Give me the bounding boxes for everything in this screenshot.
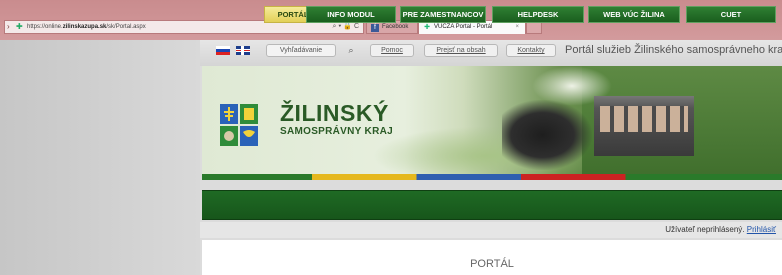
menu-item-web-vuc-zilina[interactable]: WEB VÚC ŽILINA: [588, 6, 680, 23]
tab-label: VUCZA Portal - Portál: [434, 24, 493, 30]
brand-subtitle: SAMOSPRÁVNY KRAJ: [280, 126, 393, 137]
new-tab-button[interactable]: [526, 22, 542, 34]
menu-item-info-modul[interactable]: INFO MODUL: [306, 6, 396, 23]
site-favicon-icon: ✚: [424, 24, 430, 31]
portal-title: Portál služieb Žilinského samosprávneho …: [565, 44, 782, 56]
page-left-shade: [0, 40, 200, 275]
color-stripe: [202, 174, 782, 180]
main-menu: [202, 190, 782, 220]
menu-item-helpdesk[interactable]: HELPDESK: [492, 6, 584, 23]
tab-label: Facebook: [382, 24, 409, 30]
flag-slovak-icon[interactable]: [216, 46, 230, 55]
menu-item-cuet[interactable]: CUET: [686, 6, 776, 23]
train-car-image: [594, 96, 694, 156]
site-favicon-icon: ✚: [16, 22, 23, 31]
user-status-text: Užívateľ neprihlásený.: [665, 225, 745, 234]
content-title: PORTÁL: [470, 258, 514, 270]
skip-to-content-link[interactable]: Prejsť na obsah: [424, 44, 498, 57]
flag-uk-icon[interactable]: [236, 46, 250, 55]
user-status: Užívateľ neprihlásený. Prihlásiť: [665, 225, 776, 234]
help-link[interactable]: Pomoc: [370, 44, 414, 57]
coat-of-arms-icon: [220, 104, 258, 146]
contacts-link[interactable]: Kontakty: [506, 44, 556, 57]
back-arrow-icon[interactable]: ›: [7, 21, 10, 33]
facebook-icon: f: [371, 24, 379, 32]
login-link[interactable]: Prihlásiť: [747, 225, 776, 234]
search-icon[interactable]: ⌕: [344, 44, 358, 57]
steam-locomotive-image: [502, 100, 592, 170]
address-url[interactable]: https://online.zilinskazupa.sk/sk/Portal…: [27, 21, 146, 33]
search-input[interactable]: Vyhľadávanie: [266, 44, 336, 57]
menu-item-pre-zamestnancov[interactable]: PRE ZAMESTNANCOV: [400, 6, 486, 23]
brand-name: ŽILINSKÝ: [280, 100, 389, 126]
